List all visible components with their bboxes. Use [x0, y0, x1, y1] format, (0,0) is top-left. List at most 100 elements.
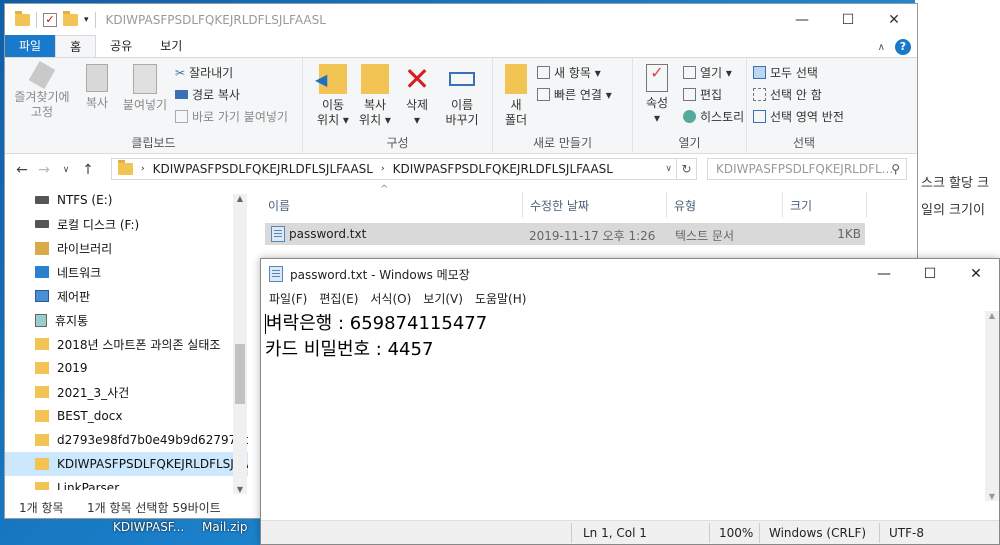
- control-panel-icon: [35, 290, 49, 302]
- pin-button[interactable]: 즐겨찾기에 고정: [11, 60, 73, 120]
- refresh-icon[interactable]: ↻: [677, 158, 697, 180]
- select-none-button[interactable]: 선택 안 함: [753, 86, 822, 103]
- column-divider[interactable]: [782, 192, 783, 218]
- search-input[interactable]: KDIWPASFPSDLFQKEJRLDFL... ⚲: [707, 158, 907, 180]
- tab-home[interactable]: 홈: [55, 35, 97, 57]
- copy-icon: [86, 64, 108, 92]
- edit-button[interactable]: 편집: [683, 86, 722, 103]
- column-divider[interactable]: [666, 192, 667, 218]
- close-button[interactable]: ✕: [953, 259, 999, 289]
- column-type[interactable]: 유형: [674, 197, 696, 214]
- copy-button[interactable]: 복사: [77, 64, 117, 111]
- copy-path-button[interactable]: 경로 복사: [175, 86, 240, 103]
- minimize-button[interactable]: —: [779, 4, 825, 36]
- column-name[interactable]: 이름: [268, 197, 290, 214]
- help-icon[interactable]: ?: [895, 39, 911, 55]
- move-to-button[interactable]: ◀ 이동 위치 ▾: [313, 64, 353, 128]
- nav-item[interactable]: 제어판: [5, 284, 248, 308]
- menu-edit[interactable]: 편집(E): [313, 289, 364, 309]
- scroll-up-icon[interactable]: ▲: [985, 311, 999, 320]
- maximize-button[interactable]: ☐: [825, 4, 871, 36]
- nav-item[interactable]: BEST_docx: [5, 404, 248, 428]
- menu-view[interactable]: 보기(V): [417, 289, 469, 309]
- forward-arrow-icon[interactable]: →: [33, 162, 55, 178]
- quick-access-toolbar: ✓ ▾: [15, 11, 96, 28]
- scroll-down-icon[interactable]: ▼: [233, 485, 247, 494]
- recent-chevron-icon[interactable]: ∨: [55, 165, 77, 175]
- nav-item[interactable]: LinkParser: [5, 476, 248, 490]
- nav-item[interactable]: 라이브러리: [5, 236, 248, 260]
- chevron-down-icon[interactable]: ∨: [665, 164, 672, 174]
- menu-help[interactable]: 도움말(H): [469, 289, 533, 309]
- status-divider: [571, 523, 572, 543]
- scissors-icon: ✂: [175, 65, 186, 80]
- nav-item[interactable]: 2018년 스마트폰 과의존 실태조: [5, 332, 248, 356]
- breadcrumb-segment[interactable]: KDIWPASFPSDLFQKEJRLDFLSJLFAASL: [393, 162, 613, 176]
- nav-item[interactable]: 로컬 디스크 (F:): [5, 212, 248, 236]
- properties-button[interactable]: ✓ 속성 ▾: [641, 64, 673, 126]
- new-group: 새 폴더 새 항목 ▾ 빠른 연결 ▾ 새로 만들기: [493, 58, 633, 154]
- file-row[interactable]: password.txt 2019-11-17 오후 1:26 텍스트 문서 1…: [265, 223, 865, 245]
- nav-item[interactable]: 2021_3_사건: [5, 380, 248, 404]
- properties-check-icon[interactable]: ✓: [43, 13, 57, 27]
- menu-file[interactable]: 파일(F): [263, 289, 313, 309]
- chevron-right-icon[interactable]: ›: [381, 164, 385, 174]
- column-divider[interactable]: [522, 192, 523, 218]
- status-divider: [709, 523, 710, 543]
- back-arrow-icon[interactable]: ←: [11, 162, 33, 178]
- folder-icon: [35, 482, 49, 490]
- file-type: 텍스트 문서: [675, 229, 735, 243]
- desktop-icon-label[interactable]: Mail.zip: [202, 520, 247, 534]
- invert-selection-button[interactable]: 선택 영역 반전: [753, 108, 844, 125]
- editor-scrollbar[interactable]: ▲ ▼: [985, 311, 999, 501]
- up-arrow-icon[interactable]: ↑: [77, 162, 99, 178]
- nav-scrollbar[interactable]: ▲ ▼: [233, 194, 247, 494]
- customize-toolbar-icon[interactable]: ▾: [84, 15, 89, 25]
- open-button[interactable]: 열기 ▾: [683, 64, 732, 81]
- nav-item[interactable]: 2019: [5, 356, 248, 380]
- new-folder-icon[interactable]: [63, 11, 78, 26]
- delete-button[interactable]: ✕ 삭제 ▾: [399, 63, 435, 128]
- new-folder-button[interactable]: 새 폴더: [501, 64, 531, 128]
- easy-access-button[interactable]: 빠른 연결 ▾: [537, 86, 612, 103]
- paste-shortcut-button[interactable]: 바로 가기 붙여넣기: [175, 108, 288, 125]
- desktop-icon-label[interactable]: KDIWPASF...: [113, 520, 184, 534]
- breadcrumb-segment[interactable]: KDIWPASFPSDLFQKEJRLDFLSJLFAASL: [153, 162, 373, 176]
- cut-button[interactable]: ✂ 잘라내기: [175, 64, 233, 81]
- nav-item-selected[interactable]: KDIWPASFPSDLFQKEJRLDFLSJLFAASL: [5, 452, 248, 476]
- nav-item[interactable]: NTFS (E:): [5, 188, 248, 212]
- column-divider[interactable]: [866, 192, 867, 218]
- chevron-up-icon[interactable]: ∧: [878, 42, 885, 53]
- nav-item[interactable]: 네트워크: [5, 260, 248, 284]
- nav-item-label: NTFS (E:): [57, 193, 113, 207]
- column-date[interactable]: 수정한 날짜: [530, 197, 589, 214]
- copy-to-button[interactable]: 복사 위치 ▾: [355, 64, 395, 128]
- tab-view[interactable]: 보기: [146, 35, 196, 57]
- address-box[interactable]: › KDIWPASFPSDLFQKEJRLDFLSJLFAASL › KDIWP…: [111, 158, 677, 180]
- menu-format[interactable]: 서식(O): [364, 289, 417, 309]
- paste-button[interactable]: 붙여넣기: [119, 64, 171, 113]
- close-button[interactable]: ✕: [871, 4, 917, 36]
- tab-file[interactable]: 파일: [5, 35, 56, 57]
- column-size[interactable]: 크기: [790, 197, 812, 214]
- copy-label: 복사: [85, 96, 109, 110]
- scroll-up-icon[interactable]: ▲: [233, 194, 247, 203]
- minimize-button[interactable]: —: [861, 259, 907, 289]
- folder-icon: [35, 338, 49, 350]
- scroll-down-icon[interactable]: ▼: [985, 492, 999, 501]
- rename-button[interactable]: 이름 바꾸기: [439, 64, 485, 128]
- chevron-right-icon[interactable]: ›: [141, 164, 145, 174]
- edit-icon: [683, 88, 696, 101]
- history-button[interactable]: 히스토리: [683, 108, 744, 125]
- drive-icon: [35, 196, 49, 204]
- maximize-button[interactable]: ☐: [907, 259, 953, 289]
- select-all-button[interactable]: 모두 선택: [753, 64, 818, 81]
- scroll-thumb[interactable]: [235, 344, 245, 404]
- text-editor[interactable]: 벼락은행 : 659874115477 카드 비밀번호 : 4457: [265, 311, 987, 501]
- nav-item-label: 제어판: [57, 289, 91, 304]
- library-icon: [35, 241, 49, 255]
- nav-item[interactable]: d2793e98fd7b0e49b9d627970c: [5, 428, 248, 452]
- nav-item[interactable]: 휴지통: [5, 308, 248, 332]
- new-item-button[interactable]: 새 항목 ▾: [537, 64, 601, 81]
- tab-share[interactable]: 공유: [96, 35, 146, 57]
